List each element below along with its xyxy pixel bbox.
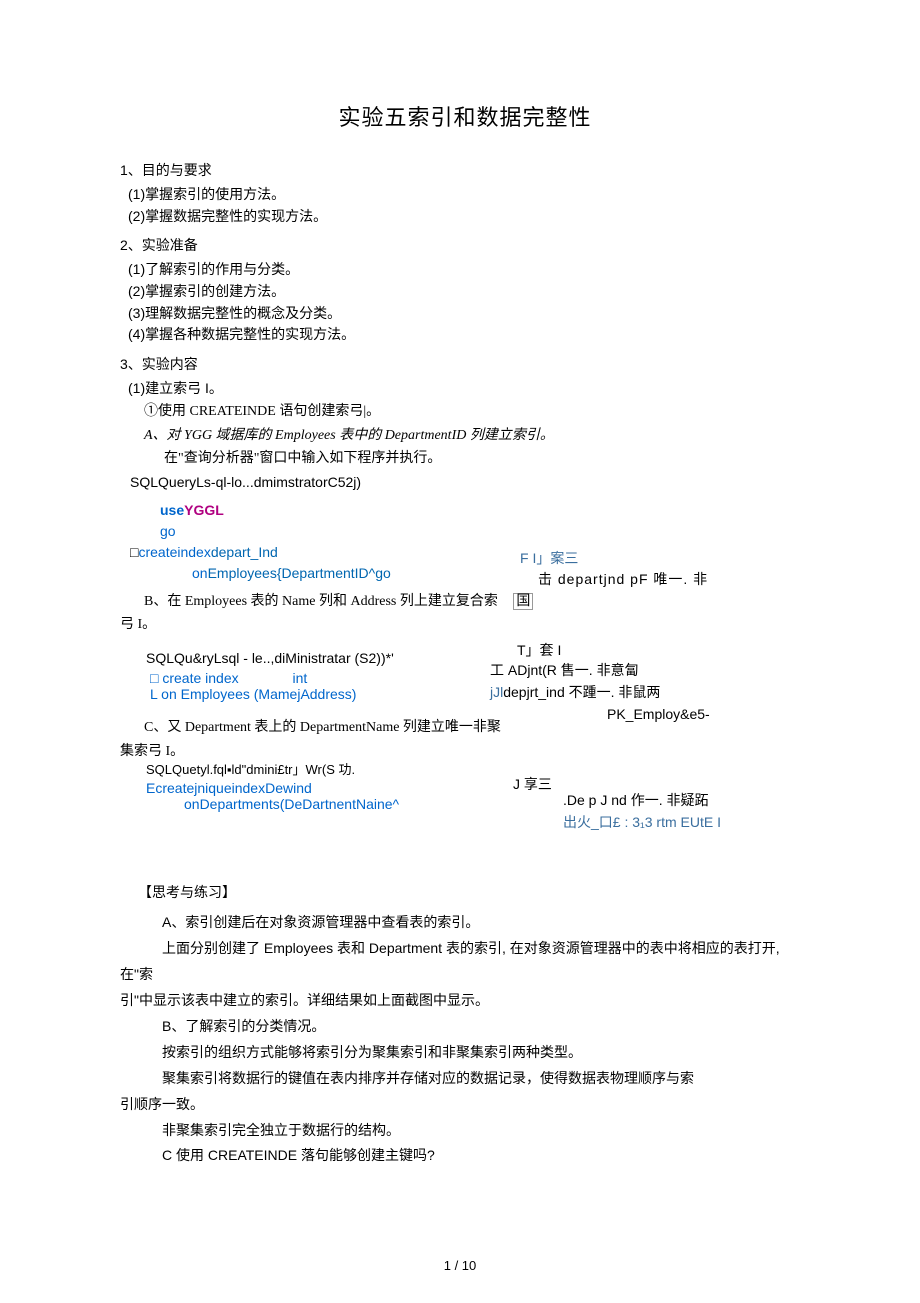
think-b5: 非聚集索引完全独立于数据行的结构。 — [120, 1118, 810, 1144]
employees-ident: Employees{DepartmentID^go — [208, 565, 391, 581]
yggl-ident: YGGL — [184, 502, 224, 518]
s3-B-line2: 弓 I。 — [120, 613, 810, 633]
int-ident: int — [293, 670, 308, 686]
s3-step-1: ①使用 CREATEINDE 语句创建索弓|。 — [120, 400, 810, 424]
s1-item-1: (1)掌握索引的使用方法。 — [120, 184, 810, 206]
code-a-l3: □createindexdepart_Ind — [130, 542, 810, 563]
s2-item-3: (3)理解数据完整性的概念及分类。 — [120, 303, 810, 325]
kw-on: on — [192, 565, 208, 581]
code-block-b: □ create index int L on Employees (Mamej… — [120, 670, 810, 702]
page-title: 实验五索引和数据完整性 — [120, 100, 810, 132]
side-note-c1: J 享三 — [513, 773, 552, 797]
kw-createindex: createindex — [138, 544, 210, 560]
side-note-c2: .De p J nd 作一. 非疑跖 — [563, 789, 708, 813]
s3-B-line: B、在 Employees 表的 Name 列和 Address 列上建立复合索 — [120, 594, 498, 609]
s3-A-note: 在"查询分析器"窗口中输入如下程序并执行。 — [120, 447, 810, 471]
code-b-l1: □ create index int — [150, 670, 810, 686]
thinking-head: 【思考与练习】 — [120, 882, 810, 902]
kw-create-b: □ create index — [150, 670, 239, 686]
think-b2: 按索引的组织方式能够将索引分为聚集索引和非聚集索引两种类型。 — [120, 1040, 810, 1066]
s3-C-line2: 集索弓 I。 — [120, 740, 810, 760]
section-1-head: 1、目的与要求 — [120, 160, 810, 180]
think-b4: 引顺序一致。 — [120, 1092, 810, 1118]
address-ident: Address) — [300, 686, 356, 702]
s1-item-2: (2)掌握数据完整性的实现方法。 — [120, 206, 810, 228]
code-b-l2: L on Employees (MamejAddress) — [150, 686, 810, 702]
think-a1: A、索引创建后在对象资源管理器中查看表的索引。 — [120, 910, 810, 936]
think-c1: C 使用 CREATEINDE 落句能够创建主键吗? — [120, 1143, 810, 1169]
depart-ind-ident: depart_Ind — [211, 544, 278, 560]
code-c-label: SQLQuetyl.fql▪ld"dmini£tr」Wr(S 功. — [120, 760, 810, 781]
side-note-b3: jJldepjrt_ind 不踵一. 非鼠两 — [490, 681, 660, 705]
code-a-label: SQLQueryLs-ql-lo...dmimstratorC52j) — [120, 471, 810, 493]
code-b-l2a: L on Employees (Mamej — [150, 686, 300, 702]
sn-c3-text: 出火_口£ : 3₁3 rtm EUtE I — [563, 814, 721, 830]
sn-a2-text: 击 departjnd pF 唯一. 非 — [538, 571, 708, 587]
s3-A-line: A、对 YGG 域据库的 Employees 表中的 DepartmentID … — [120, 424, 810, 448]
s2-item-4: (4)掌握各种数据完整性的实现方法。 — [120, 324, 810, 346]
side-note-a2: 击 departjnd pF 唯一. 非 — [538, 568, 708, 592]
code-b-label: SQLQu&ryLsql - le..,diMinistratar (S2))*… — [120, 647, 810, 669]
code-c-l1: EcreatejniqueindexDewind — [146, 780, 810, 796]
box-guo: 国 — [513, 593, 533, 610]
side-note-c3: 出火_口£ : 3₁3 rtm EUtE I — [563, 811, 721, 835]
page-footer: 1 / 10 — [0, 1258, 920, 1273]
side-note-b4: PK_Employ&e5- — [607, 703, 710, 727]
section-3-head: 3、实验内容 — [120, 354, 810, 374]
think-b1: B、了解索引的分类情况。 — [120, 1014, 810, 1040]
code-a-l1: useYGGL — [160, 500, 810, 521]
s2-item-1: (1)了解索引的作用与分类。 — [120, 259, 810, 281]
side-note-b2: 工 ADjnt(R 售一. 非意匐 — [490, 659, 639, 683]
sn-a1-text: F I」案三 — [520, 550, 578, 566]
s3-item-1: (1)建立索弓 I。 — [120, 378, 810, 400]
kw-use: use — [160, 502, 184, 518]
code-a-l2: go — [160, 521, 810, 542]
think-a2: 上面分别创建了 Employees 表和 Department 表的索引, 在对… — [120, 936, 810, 988]
section-2-head: 2、实验准备 — [120, 235, 810, 255]
s2-item-2: (2)掌握索引的创建方法。 — [120, 281, 810, 303]
code-a-l4: onEmployees{DepartmentID^go — [192, 563, 810, 584]
sn-b3-text: depjrt_ind 不踵一. 非鼠两 — [503, 684, 660, 700]
think-a3: 引"中显示该表中建立的索引。详细结果如上面截图中显示。 — [120, 988, 810, 1014]
sn-b3-prefix: jJl — [490, 684, 503, 700]
code-c-l2: onDepartments(DeDartnentNaine^ — [146, 796, 810, 812]
think-b3: 聚集索引将数据行的键值在表内排序并存储对应的数据记录，使得数据表物理顺序与索 — [120, 1066, 810, 1092]
